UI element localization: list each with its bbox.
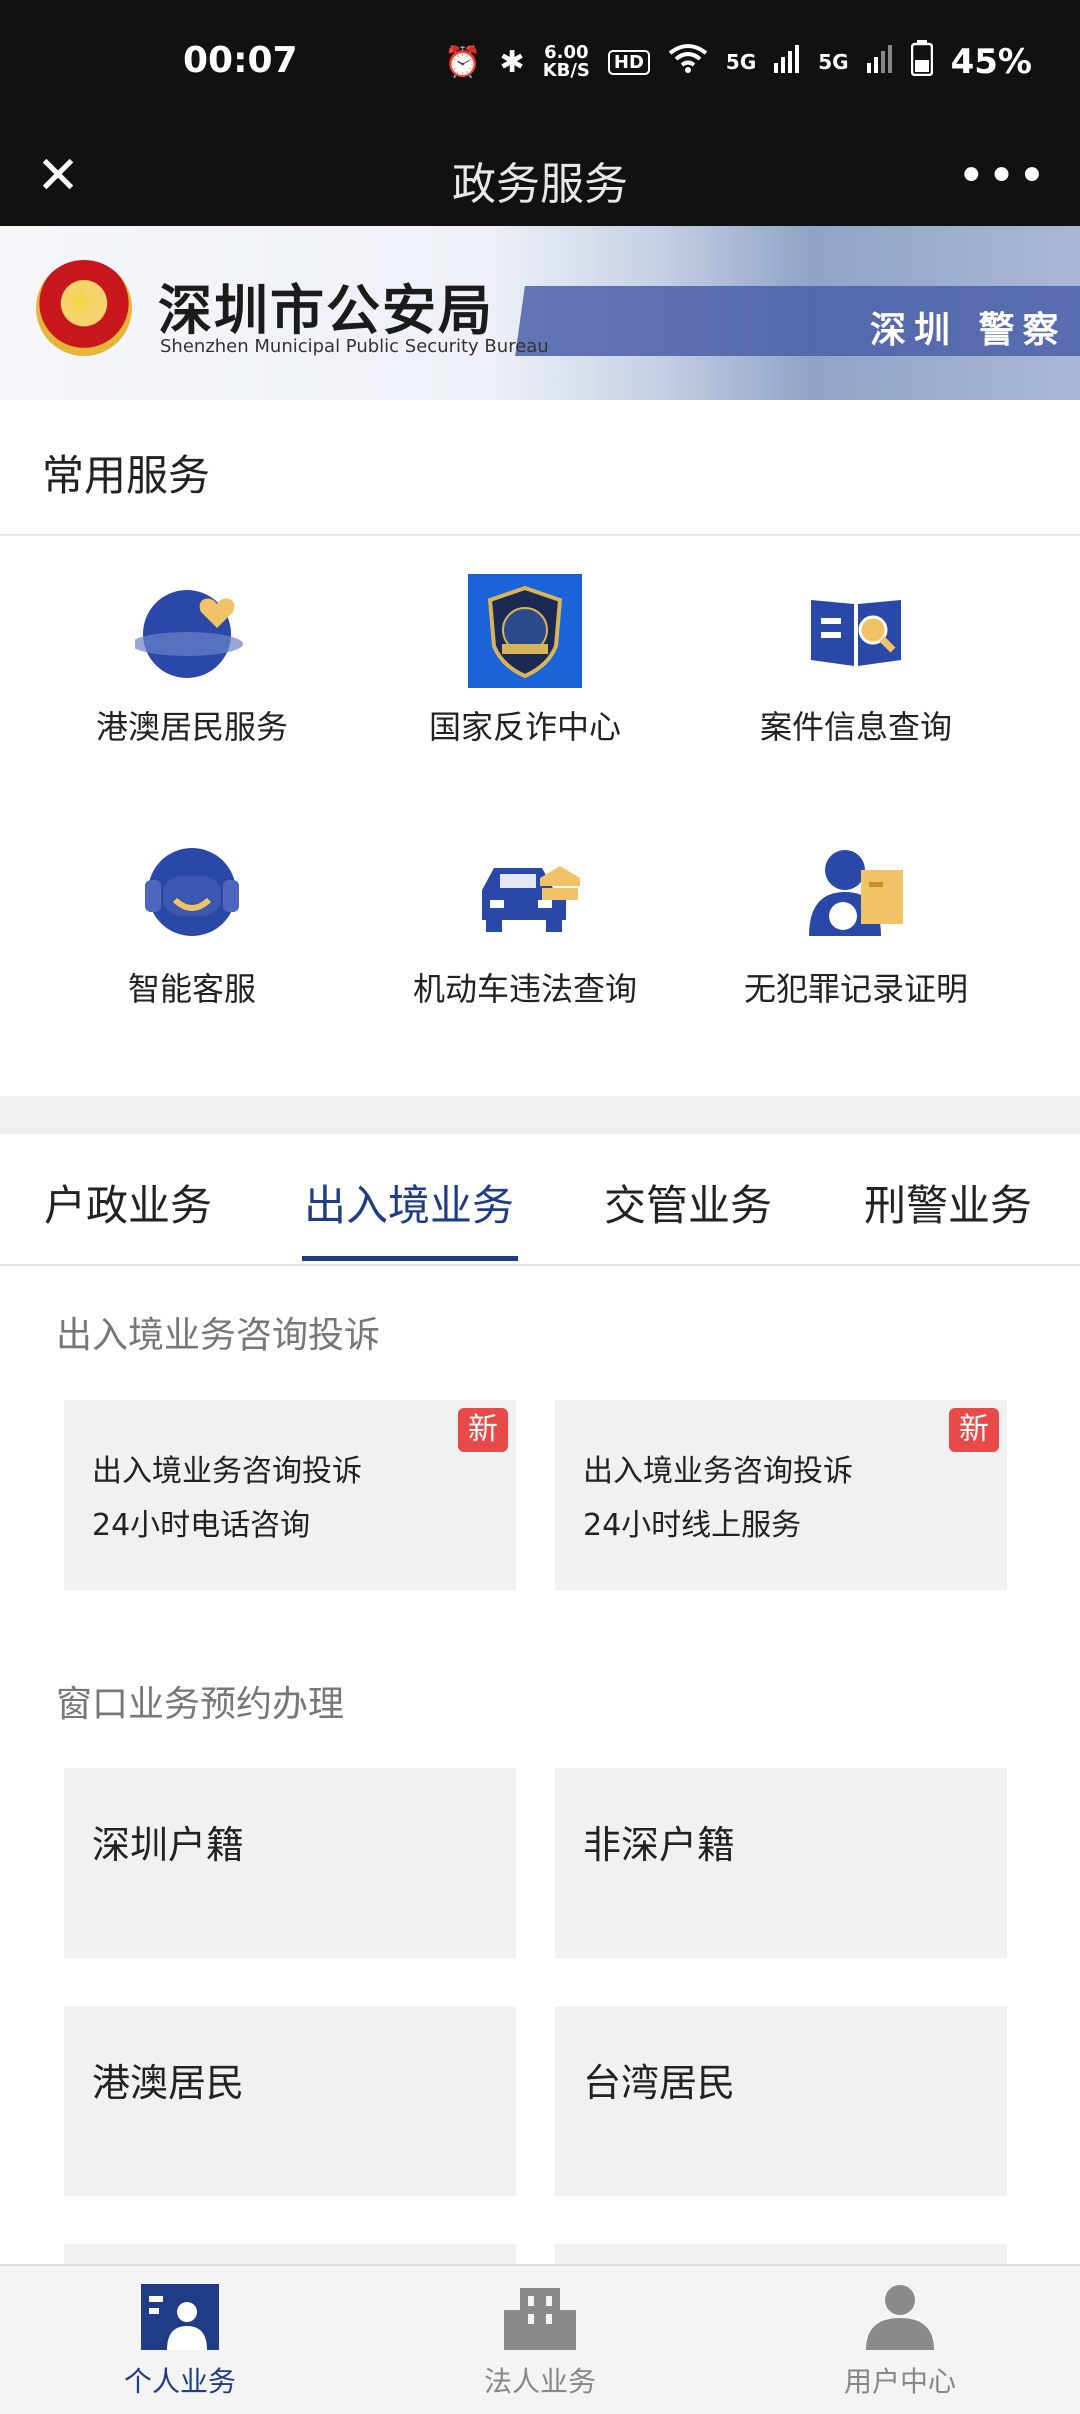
card-phone-consult[interactable]: 出入境业务咨询投诉 24小时电话咨询 新 bbox=[64, 1400, 516, 1590]
police-car-icon bbox=[468, 836, 582, 950]
banner-subtitle: Shenzhen Municipal Public Security Burea… bbox=[160, 336, 549, 357]
bottom-nav-personal[interactable]: 个人业务 bbox=[70, 2284, 290, 2400]
common-services-title: 常用服务 bbox=[42, 451, 211, 500]
user-icon bbox=[866, 2285, 934, 2350]
hd-icon: HD bbox=[607, 49, 650, 75]
tab-traffic[interactable]: 交管业务 bbox=[604, 1172, 772, 1233]
tab-household[interactable]: 户政业务 bbox=[44, 1172, 212, 1233]
status-bar: 00:07 ⏰ ✱ 6.00 KB/S HD 5G 5G 45% bbox=[0, 0, 1080, 126]
new-badge: 新 bbox=[949, 1408, 999, 1452]
net-speed-unit: KB/S bbox=[542, 60, 590, 81]
card-label: 台湾居民 bbox=[583, 2061, 736, 2105]
alarm-icon: ⏰ bbox=[444, 44, 482, 80]
more-icon[interactable]: ••• bbox=[957, 148, 1048, 204]
section-title-appointment: 窗口业务预约办理 bbox=[56, 1684, 345, 1725]
banner-stripe-text: 深圳 警察 bbox=[870, 310, 1067, 351]
person-document-icon bbox=[799, 836, 913, 950]
police-emblem-icon: ★ bbox=[36, 260, 132, 356]
service-no-crime-cert[interactable]: 无犯罪记录证明 bbox=[691, 836, 1021, 1036]
card-title: 出入境业务咨询投诉 bbox=[583, 1454, 853, 1489]
signal-5g-2: 5G bbox=[818, 50, 849, 74]
card-label: 非深户籍 bbox=[583, 1823, 736, 1867]
bottom-nav-user[interactable]: 用户中心 bbox=[790, 2284, 1010, 2400]
status-icons: ⏰ ✱ 6.00 KB/S HD 5G 5G 45% bbox=[444, 40, 1032, 84]
signal-5g-1: 5G bbox=[725, 50, 757, 74]
service-label: 智能客服 bbox=[127, 970, 256, 1008]
business-tabs: 户政业务 出入境业务 交管业务 刑警业务 bbox=[0, 1134, 1080, 1266]
common-services-header: 常用服务 bbox=[0, 400, 1080, 536]
card-partial bbox=[555, 2244, 1007, 2264]
service-grid: 港澳居民服务 国家反诈中心 案件信息查询 智能客服 机动车违法查询 无犯罪记录证… bbox=[0, 536, 1080, 1096]
signal-bars-icon bbox=[774, 43, 800, 81]
headset-icon bbox=[135, 836, 249, 950]
service-anti-fraud[interactable]: 国家反诈中心 bbox=[360, 574, 690, 774]
bottom-nav-label: 个人业务 bbox=[123, 2365, 236, 2398]
service-smart-support[interactable]: 智能客服 bbox=[27, 836, 357, 1036]
card-partial bbox=[64, 2244, 516, 2264]
net-speed: 6.00 KB/S bbox=[543, 44, 590, 80]
battery-level: 45% bbox=[950, 42, 1032, 82]
tab-entry-exit[interactable]: 出入境业务 bbox=[304, 1172, 514, 1233]
bottom-nav-label: 法人业务 bbox=[483, 2365, 596, 2398]
active-tab-indicator bbox=[302, 1256, 518, 1261]
planet-heart-icon bbox=[131, 574, 249, 688]
service-vehicle-violation[interactable]: 机动车违法查询 bbox=[360, 836, 690, 1036]
card-shenzhen-hukou[interactable]: 深圳户籍 bbox=[64, 1768, 516, 1958]
bottom-nav-label: 用户中心 bbox=[843, 2365, 956, 2398]
service-case-query[interactable]: 案件信息查询 bbox=[691, 574, 1021, 774]
service-label: 港澳居民服务 bbox=[95, 708, 288, 746]
bottom-nav: 个人业务 法人业务 用户中心 bbox=[0, 2264, 1080, 2414]
nav-bar: ✕ 政务服务 ••• bbox=[0, 126, 1080, 226]
service-label: 案件信息查询 bbox=[759, 708, 952, 746]
service-label: 机动车违法查询 bbox=[412, 970, 637, 1008]
book-search-icon bbox=[799, 574, 913, 688]
section-divider bbox=[0, 1096, 1080, 1134]
card-label: 深圳户籍 bbox=[92, 1823, 245, 1867]
card-subtitle: 24小时电话咨询 bbox=[92, 1508, 311, 1543]
card-title: 出入境业务咨询投诉 bbox=[92, 1454, 362, 1489]
service-hk-macao[interactable]: 港澳居民服务 bbox=[27, 574, 357, 774]
banner-title: 深圳市公安局 bbox=[158, 279, 494, 342]
battery-icon bbox=[910, 40, 933, 84]
signal-bars-icon-2 bbox=[866, 43, 893, 81]
card-taiwan-residents[interactable]: 台湾居民 bbox=[555, 2006, 1007, 2196]
card-online-service[interactable]: 出入境业务咨询投诉 24小时线上服务 新 bbox=[555, 1400, 1007, 1590]
section-title-consult: 出入境业务咨询投诉 bbox=[56, 1315, 381, 1356]
card-subtitle: 24小时线上服务 bbox=[583, 1508, 802, 1543]
status-time: 00:07 bbox=[183, 40, 298, 81]
wifi-icon bbox=[668, 43, 708, 81]
card-label: 港澳居民 bbox=[92, 2061, 245, 2105]
anti-fraud-badge-icon bbox=[468, 574, 582, 688]
card-hk-macao-residents[interactable]: 港澳居民 bbox=[64, 2006, 516, 2196]
page-title: 政务服务 bbox=[452, 159, 628, 210]
banner: 深圳 警察 ★ 深圳市公安局 Shenzhen Municipal Public… bbox=[0, 226, 1080, 400]
tab-criminal[interactable]: 刑警业务 bbox=[864, 1172, 1032, 1233]
service-label: 国家反诈中心 bbox=[428, 708, 621, 746]
building-icon bbox=[504, 2288, 576, 2350]
new-badge: 新 bbox=[458, 1408, 508, 1452]
card-non-shenzhen-hukou[interactable]: 非深户籍 bbox=[555, 1768, 1007, 1958]
bottom-nav-corporate[interactable]: 法人业务 bbox=[430, 2284, 650, 2400]
service-label: 无犯罪记录证明 bbox=[743, 970, 968, 1008]
bluetooth-icon: ✱ bbox=[499, 44, 525, 80]
personal-card-icon bbox=[141, 2284, 219, 2350]
